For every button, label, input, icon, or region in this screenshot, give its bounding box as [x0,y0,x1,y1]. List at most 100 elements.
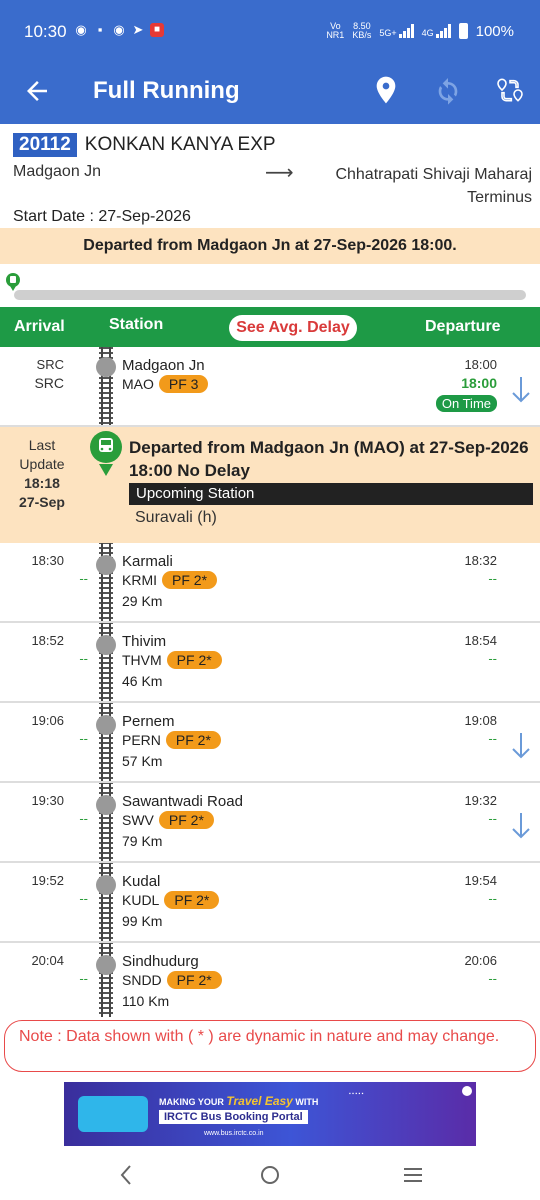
ad-bullets: ▪ ▪ ▪ ▪ ▪ [349,1091,364,1097]
on-time-badge: On Time [435,395,497,412]
arrival-time: 19:06 [31,713,64,728]
station-name: Karmali [122,553,173,570]
last-update-panel: Last Update 18:18 27-Sep Departed from M… [0,427,540,543]
station-dot [96,955,116,975]
train-location-icon [90,431,122,476]
platform-badge: PF 2* [165,731,221,749]
whatsapp-icon: ◉ [75,22,87,37]
station-row[interactable]: 19:30 -- Sawantwadi Road SWV PF 2* 79 Km … [0,783,540,863]
station-code: KUDL PF 2* [122,891,220,909]
ad-headline: MAKING YOUR Travel Easy WITH [159,1094,319,1108]
arrow-down-icon[interactable] [510,731,532,761]
journey-progress-bar [14,290,526,300]
arrival-header: Arrival [14,318,65,335]
distance: 110 Km [122,993,170,1009]
station-list[interactable]: SRC SRC Madgaon Jn MAO PF 3 18:00 18:00 O… [0,347,540,1017]
station-name: Sawantwadi Road [122,793,243,810]
station-dot [96,875,116,895]
station-code: SNDD PF 2* [122,971,222,989]
status-right: Vo NR1 8.50 KB/s 5G+ 4G 100% [326,22,514,40]
arrival-delay: -- [79,811,88,826]
location-pin-icon[interactable] [370,74,402,106]
back-arrow-icon[interactable] [22,76,52,106]
departure-time: 18:32 [464,553,497,568]
station-name: Kudal [122,873,161,890]
origin-station: Madgaon Jn [13,163,102,180]
carrier-label: Vo NR1 [326,21,345,40]
arrival-time: 19:30 [31,793,64,808]
station-dot [96,357,116,377]
nav-back-icon[interactable] [114,1162,140,1188]
station-code: SWV PF 2* [122,811,214,829]
nav-recents-icon[interactable] [400,1162,426,1188]
arrival-time: 18:30 [31,553,64,568]
shopping-icon: ■ [150,23,164,37]
station-row[interactable]: 18:30 -- Karmali KRMI PF 2* 29 Km 18:32 -… [0,543,540,623]
network-4g: 4G [422,24,451,38]
app-bar: Full Running [0,62,540,124]
station-code: KRMI PF 2* [122,571,218,589]
arrival-delay: -- [79,971,88,986]
distance: 99 Km [122,913,163,929]
bus-illustration-icon [78,1096,148,1132]
station-row[interactable]: 19:06 -- Pernem PERN PF 2* 57 Km 19:08 -- [0,703,540,783]
last-update-label: Last Update 18:18 27-Sep [10,436,74,512]
station-row-source[interactable]: SRC SRC Madgaon Jn MAO PF 3 18:00 18:00 O… [0,347,540,427]
departure-time: 18:54 [464,633,497,648]
route-arrow-icon: ⟶ [265,162,294,184]
battery-icon [458,23,468,39]
departure-delay: -- [488,811,497,826]
table-header: Arrival Station See Avg. Delay Departure [0,307,540,347]
departure-time: 19:08 [464,713,497,728]
battery-percent: 100% [475,22,514,40]
nav-home-icon[interactable] [257,1162,283,1188]
station-name: Pernem [122,713,175,730]
speed-label: 8.50 KB/s [352,21,372,40]
station-header: Station [109,316,164,333]
last-update-time: 18:18 [24,475,60,491]
status-bar: 10:30 ◉ ▪ ◉ ➤ ■ Vo NR1 8.50 KB/s 5G+ 4G … [0,0,540,62]
notification-icons: ◉ ▪ ◉ ➤ ■ [74,23,164,37]
departure-actual: 18:00 [461,375,497,391]
arrow-down-icon[interactable] [510,375,532,405]
platform-badge: PF 2* [164,891,220,909]
train-name: KONKAN KANYA EXP [84,134,276,155]
train-progress-icon [6,273,20,291]
departure-header: Departure [425,318,501,335]
refresh-icon[interactable] [432,74,464,106]
last-update-message: Departed from Madgaon Jn (MAO) at 27-Sep… [129,438,529,480]
departure-time: 18:00 [464,357,497,372]
departure-delay: -- [488,891,497,906]
station-code: MAO PF 3 [122,375,209,393]
departure-delay: -- [488,731,497,746]
station-name: Madgaon Jn [122,357,205,374]
arrival-time: 19:52 [31,873,64,888]
arrival-time: 20:04 [31,953,64,968]
arrival-time: 18:52 [31,633,64,648]
station-dot [96,795,116,815]
last-update-date: 27-Sep [19,494,65,510]
station-row[interactable]: 20:04 -- Sindhudurg SNDD PF 2* 110 Km 20:… [0,943,540,1017]
upcoming-station-name: Suravali (h) [135,509,217,526]
distance: 57 Km [122,753,163,769]
whatsapp-icon: ◉ [113,22,125,37]
distance: 29 Km [122,593,163,609]
arrival-delay: -- [79,731,88,746]
ad-banner[interactable]: MAKING YOUR Travel Easy WITH IRCTC Bus B… [64,1082,476,1146]
route-map-icon[interactable] [494,74,526,106]
page-title: Full Running [93,77,240,104]
upcoming-station-label: Upcoming Station [129,483,533,505]
message-icon: ▪ [97,22,103,37]
departure-time: 19:54 [464,873,497,888]
arrow-down-icon[interactable] [510,811,532,841]
station-row[interactable]: 19:52 -- Kudal KUDL PF 2* 99 Km 19:54 -- [0,863,540,943]
departure-time: 20:06 [464,953,497,968]
distance: 46 Km [122,673,163,689]
ad-close-icon[interactable] [462,1086,472,1096]
arrival-delay: -- [79,571,88,586]
station-row[interactable]: 18:52 -- Thivim THVM PF 2* 46 Km 18:54 -- [0,623,540,703]
arrival-actual: SRC [34,375,64,391]
see-avg-delay-button[interactable]: See Avg. Delay [229,315,357,341]
train-number: 20112 [13,133,77,157]
station-name: Sindhudurg [122,953,199,970]
